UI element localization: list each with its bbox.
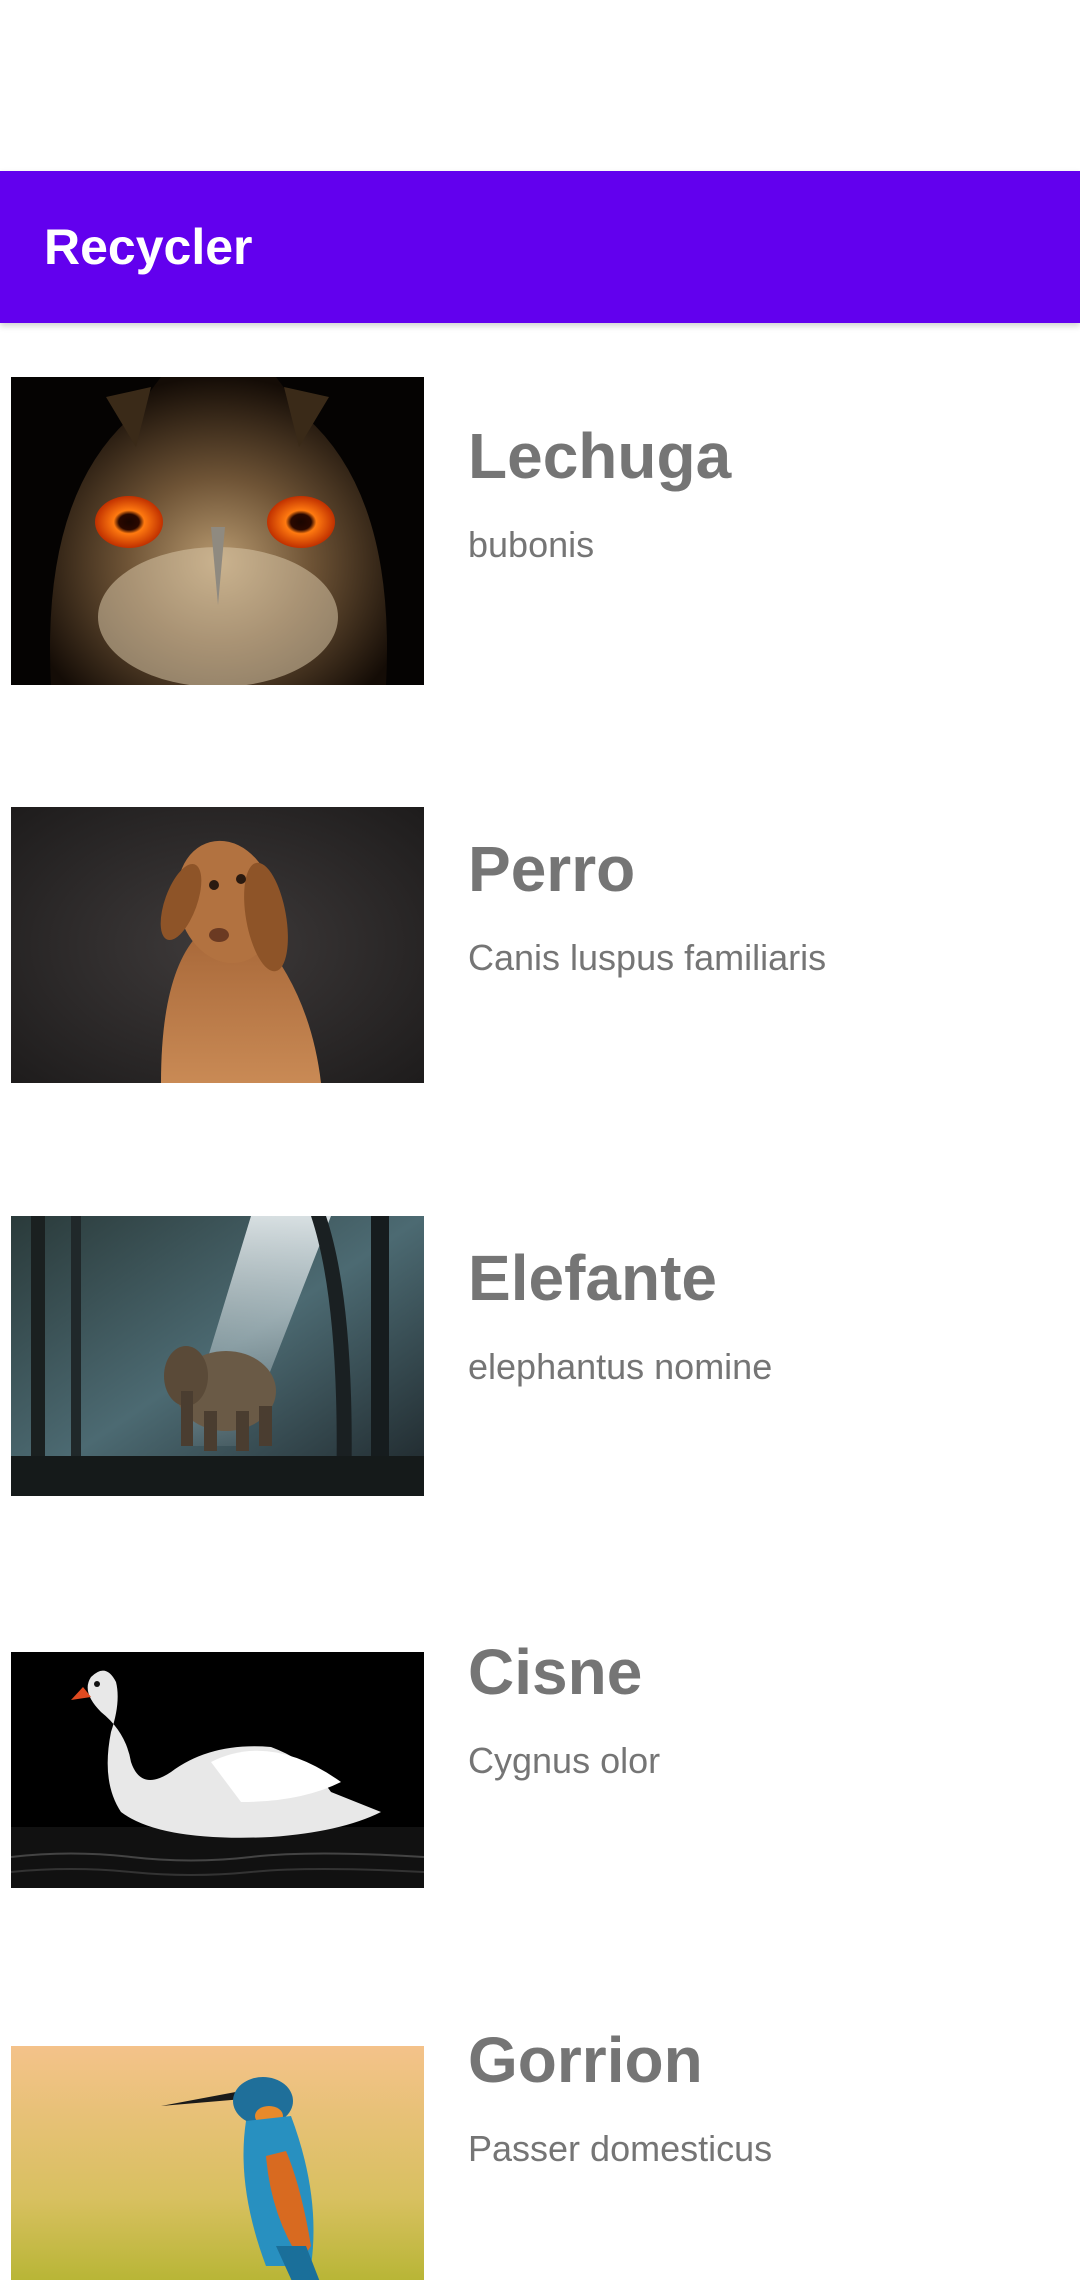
swan-image (11, 1652, 424, 1888)
list-item[interactable]: Perro Canis luspus familiaris (0, 803, 1080, 1093)
item-subtitle: Canis luspus familiaris (468, 937, 827, 978)
item-subtitle: Cygnus olor (468, 1740, 661, 1781)
list-item[interactable]: Lechuga bubonis (0, 373, 1080, 693)
item-title: Cisne (468, 1636, 643, 1708)
dog-image (11, 807, 424, 1083)
item-title: Lechuga (468, 420, 732, 492)
app-bar: Recycler (0, 171, 1080, 323)
owl-image (11, 377, 424, 685)
item-subtitle: bubonis (468, 524, 595, 565)
item-subtitle: elephantus nomine (468, 1346, 773, 1387)
list-item[interactable]: Cisne Cygnus olor (0, 1635, 1080, 1888)
list-item[interactable]: Elefante elephantus nomine (0, 1212, 1080, 1504)
elephant-image (11, 1216, 424, 1496)
item-title: Gorrion (468, 2024, 703, 2096)
app-title: Recycler (44, 219, 253, 275)
list-item[interactable]: Gorrion Passer domesticus (0, 2023, 1080, 2280)
item-title: Elefante (468, 1242, 717, 1314)
status-bar (0, 0, 1080, 171)
kingfisher-image (11, 2046, 424, 2280)
item-subtitle: Passer domesticus (468, 2128, 773, 2169)
item-title: Perro (468, 833, 636, 905)
recycler-list[interactable]: Lechuga bubonis Perro Canis luspus famil… (0, 323, 1080, 2280)
